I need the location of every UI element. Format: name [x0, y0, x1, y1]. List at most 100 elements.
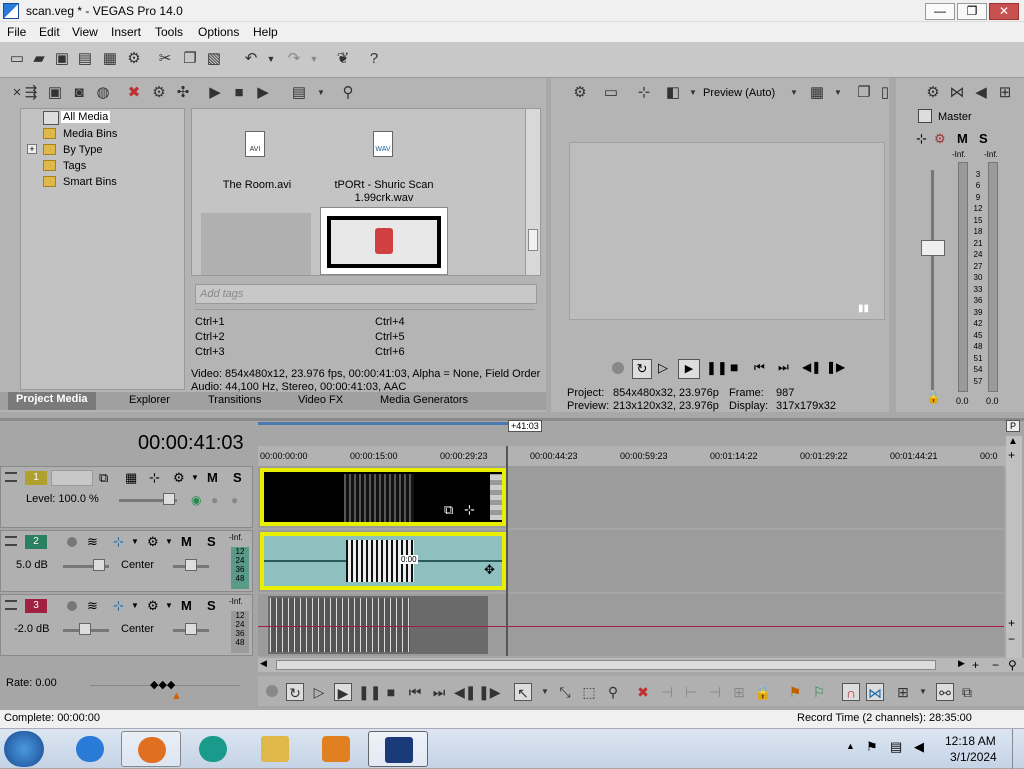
media-item-name[interactable]: The Room.avi	[212, 179, 302, 191]
menu-view[interactable]: View	[72, 25, 98, 39]
ripple-edit-icon[interactable]: ⊞	[894, 683, 912, 701]
record-icon[interactable]	[612, 362, 624, 374]
external-monitor-icon[interactable]: ▭	[602, 84, 620, 102]
zoom-magnifier-icon[interactable]: ⚲	[1008, 658, 1017, 672]
fx-bypass-icon[interactable]: ●	[211, 493, 218, 507]
loop-region-bar[interactable]	[258, 422, 508, 425]
event-fx-icon[interactable]: ⊹	[464, 502, 475, 518]
audio-clip-unselected[interactable]	[268, 596, 488, 654]
stop-icon[interactable]: ■	[730, 359, 738, 375]
normal-edit-tool-icon[interactable]: ↖	[514, 683, 532, 701]
properties-gear-icon[interactable]: ⚙	[125, 50, 143, 68]
go-to-start-icon[interactable]: ⏮	[754, 360, 765, 375]
grid-icon[interactable]: ▦	[808, 84, 826, 102]
taskbar-app[interactable]	[183, 731, 243, 767]
undo-dropdown-icon[interactable]: ▼	[262, 50, 280, 68]
solo-button[interactable]: S	[207, 534, 216, 549]
volume-slider-knob[interactable]	[93, 559, 105, 571]
views-dropdown-icon[interactable]: ▼	[312, 84, 330, 102]
pan-slider-knob[interactable]	[185, 623, 197, 635]
volume-slider-knob[interactable]	[79, 623, 91, 635]
trim-icon[interactable]: ⊣	[658, 683, 676, 701]
views-icon[interactable]: ▤	[290, 84, 308, 102]
copy-icon[interactable]: ❐	[181, 50, 199, 68]
next-frame-icon[interactable]: ❚▶	[478, 683, 501, 701]
show-hidden-icons[interactable]: ▲	[846, 741, 855, 751]
mute-button[interactable]: M	[181, 534, 192, 549]
fader-track[interactable]	[931, 170, 934, 390]
track-fx-dropdown-icon[interactable]: ▼	[165, 601, 173, 610]
media-thumbnail-selected[interactable]	[320, 207, 448, 275]
selection-tool-icon[interactable]: ⬚	[580, 683, 598, 701]
action-center-flag-icon[interactable]: ⚑	[866, 739, 878, 755]
track-header-1[interactable]: 1 ⧉ ▦ ⊹ ⚙ ▼ M S Level: 100.0 % ◉ ● ●	[0, 466, 253, 528]
zoom-in-vertical-icon[interactable]: +	[1008, 616, 1015, 630]
trim-end-icon[interactable]: ⊣	[706, 683, 724, 701]
media-thumbnail[interactable]	[201, 213, 311, 275]
event-pan-crop-icon[interactable]: ⧉	[444, 502, 453, 518]
render-as-icon[interactable]: ▦	[101, 50, 119, 68]
new-project-icon[interactable]: ▭	[8, 50, 26, 68]
zoom-out-icon[interactable]: −	[992, 658, 999, 672]
split-icon[interactable]: ⊞	[730, 683, 748, 701]
tree-item-smart-bins[interactable]: Smart Bins	[63, 176, 117, 188]
track-lane-2[interactable]: 0:00 ✥	[258, 530, 1004, 592]
scroll-right-icon[interactable]: ▶	[958, 658, 965, 669]
track-name-field[interactable]	[51, 470, 93, 486]
scroll-up-icon[interactable]: ▲	[1008, 436, 1018, 447]
pause-icon[interactable]: ❚❚	[358, 683, 381, 701]
play-icon[interactable]: ▶	[334, 683, 352, 701]
tab-video-fx[interactable]: Video FX	[298, 394, 343, 406]
loop-icon[interactable]: ↻	[632, 359, 652, 379]
panel-menu-icon[interactable]: P	[1006, 420, 1020, 432]
track-lane-3[interactable]	[258, 594, 1004, 656]
import-media-icon[interactable]: ⇶	[22, 84, 40, 102]
auto-crossfade-icon[interactable]: ⋈	[866, 683, 884, 701]
previous-frame-icon[interactable]: ◀❚	[454, 683, 477, 701]
split-screen-icon[interactable]: ⊹	[635, 84, 653, 102]
lock-icon[interactable]: 🔒	[926, 390, 941, 404]
mixer-fx-icon[interactable]: ⊹	[916, 131, 927, 147]
video-clip[interactable]: ⧉ ⊹	[260, 468, 506, 526]
shortcut-ctrl5[interactable]: Ctrl+5	[375, 331, 405, 343]
taskbar-media-player[interactable]	[306, 731, 366, 767]
track-fx-dropdown-icon[interactable]: ▼	[165, 537, 173, 546]
grid-dropdown-icon[interactable]: ▼	[829, 84, 847, 102]
remove-media-icon[interactable]: ✖	[125, 84, 143, 102]
snapping-icon[interactable]: ∩	[842, 683, 860, 701]
ripple-dropdown-icon[interactable]: ▼	[914, 683, 932, 701]
mute-button[interactable]: M	[181, 598, 192, 613]
wav-file-icon[interactable]: WAV	[373, 131, 393, 157]
media-generators-icon[interactable]: ✣	[174, 84, 192, 102]
zoom-in-icon[interactable]: +	[1008, 448, 1015, 462]
tab-explorer[interactable]: Explorer	[129, 394, 170, 406]
maximize-button[interactable]: ❐	[957, 3, 987, 20]
shortcut-ctrl1[interactable]: Ctrl+1	[195, 316, 225, 328]
redo-icon[interactable]: ↷	[285, 50, 303, 68]
invert-phase-icon[interactable]: ≋	[87, 598, 98, 614]
audio-clip[interactable]: 0:00 ✥	[260, 532, 506, 590]
solo-button[interactable]: S	[207, 598, 216, 613]
shortcut-ctrl3[interactable]: Ctrl+3	[195, 346, 225, 358]
menu-help[interactable]: Help	[253, 25, 278, 39]
search-icon[interactable]: ⚲	[339, 84, 357, 102]
capture-video-icon[interactable]: ▣	[46, 84, 64, 102]
mixer-fx-icon[interactable]: ⋈	[948, 84, 966, 102]
help-icon[interactable]: ?	[365, 50, 383, 68]
menu-edit[interactable]: Edit	[39, 25, 60, 39]
track-header-2[interactable]: 2 ≋ ⊹ ▼ ⚙ ▼ M S -Inf. 5.0 dB Center 12 2…	[0, 530, 253, 592]
menu-insert[interactable]: Insert	[111, 25, 141, 39]
taskbar-vegas[interactable]	[368, 731, 428, 767]
media-scrollbar[interactable]	[525, 109, 540, 275]
stop-icon[interactable]: ■	[230, 84, 248, 102]
mixer-speaker-icon[interactable]: ◀	[972, 84, 990, 102]
go-to-start-icon[interactable]: ⏮	[406, 683, 424, 701]
volume-muted-icon[interactable]: ◀	[914, 739, 924, 755]
show-desktop-button[interactable]	[1012, 729, 1024, 769]
solo-button[interactable]: S	[233, 470, 242, 485]
track-number[interactable]: 1	[25, 471, 47, 485]
track-lane-1[interactable]: ⧉ ⊹	[258, 466, 1004, 528]
media-item-name-line1[interactable]: tPORt - Shuric Scan	[322, 179, 446, 191]
mute-button[interactable]: M	[957, 131, 968, 146]
tab-project-media[interactable]: Project Media	[8, 392, 96, 410]
